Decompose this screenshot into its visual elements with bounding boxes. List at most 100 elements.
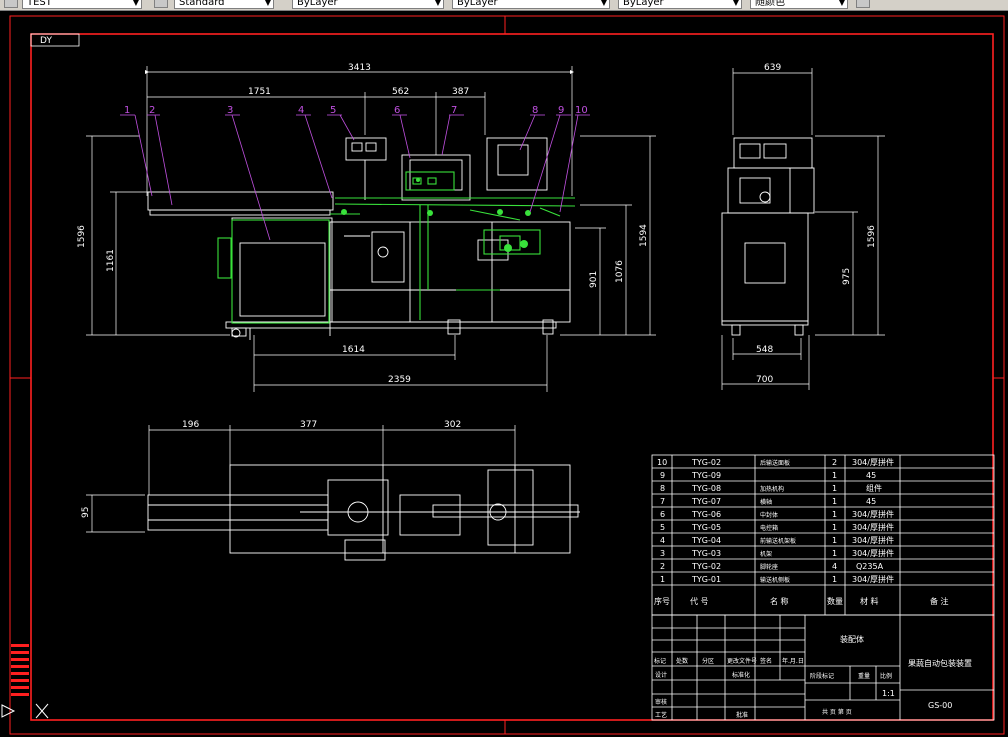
- dim-height-table: 1161: [106, 249, 116, 272]
- svg-text:TYG-01: TYG-01: [691, 575, 721, 584]
- svg-text:前输送机架板: 前输送机架板: [760, 537, 796, 545]
- callout-7: 7: [451, 105, 457, 116]
- svg-text:9: 9: [660, 471, 665, 480]
- svg-text:批准: 批准: [736, 711, 748, 719]
- layer-manager-icon[interactable]: [4, 0, 18, 8]
- svg-text:工艺: 工艺: [655, 711, 667, 719]
- svg-text:脚轮座: 脚轮座: [760, 563, 778, 571]
- svg-text:代 号: 代 号: [690, 596, 709, 606]
- svg-text:1: 1: [660, 575, 665, 584]
- svg-text:10: 10: [657, 458, 667, 467]
- left-scale-bars: [11, 644, 29, 696]
- svg-text:1: 1: [832, 497, 837, 506]
- drawing-number: GS-00: [928, 701, 952, 710]
- svg-text:中封体: 中封体: [760, 511, 778, 519]
- chevron-down-icon: ▼: [132, 0, 139, 7]
- callout-8: 8: [532, 105, 538, 116]
- dim-top-side: 95: [81, 507, 91, 518]
- side-view[interactable]: 639 1596 975 548 700: [721, 63, 885, 390]
- dim-right-span: 387: [452, 87, 469, 97]
- drawing-title: 果蔬自动包装装置: [908, 658, 972, 668]
- title-block[interactable]: 标记 处数 分区 更改文件号 签名 年.月.日 设计 标准化 审核 工艺 批准 …: [651, 614, 995, 721]
- callout-1: 1: [124, 105, 130, 116]
- svg-text:TYG-08: TYG-08: [691, 484, 721, 493]
- svg-text:加热机构: 加热机构: [760, 485, 784, 493]
- svg-text:处数: 处数: [676, 657, 688, 665]
- svg-text:组件: 组件: [866, 483, 882, 493]
- corner-label-box: DY: [30, 33, 80, 47]
- dim-height-a: 1076: [615, 260, 625, 283]
- textstyle-combo[interactable]: Standard ▼: [174, 0, 274, 9]
- dim-base-1: 1614: [342, 345, 365, 355]
- properties-icon[interactable]: [856, 0, 870, 8]
- dim-overall-width: 3413: [348, 63, 371, 73]
- svg-text:比例: 比例: [880, 672, 892, 680]
- svg-text:TYG-02: TYG-02: [691, 458, 721, 467]
- dim-side-base: 700: [756, 375, 773, 385]
- dim-top-c: 302: [444, 420, 461, 430]
- svg-text:后输送面板: 后输送面板: [760, 459, 790, 467]
- layer-combo[interactable]: TEST ▼: [22, 0, 142, 9]
- svg-text:304/厚拼件: 304/厚拼件: [852, 522, 894, 532]
- chevron-down-icon: ▼: [434, 0, 441, 7]
- svg-text:4: 4: [660, 536, 665, 545]
- svg-text:45: 45: [866, 471, 876, 480]
- svg-text:序号: 序号: [654, 596, 670, 606]
- svg-text:6: 6: [660, 510, 665, 519]
- dim-base-2: 2359: [388, 375, 411, 385]
- svg-text:304/厚拼件: 304/厚拼件: [852, 509, 894, 519]
- svg-text:45: 45: [866, 497, 876, 506]
- svg-text:1: 1: [832, 536, 837, 545]
- chevron-down-icon: ▼: [264, 0, 271, 7]
- svg-text:2: 2: [832, 458, 837, 467]
- callout-4: 4: [298, 105, 304, 116]
- dim-side-top: 639: [764, 63, 781, 73]
- svg-text:Q235A: Q235A: [856, 562, 884, 571]
- svg-text:TYG-09: TYG-09: [691, 471, 721, 480]
- dim-side-foot: 548: [756, 345, 773, 355]
- svg-text:横轴: 横轴: [760, 498, 772, 506]
- svg-text:1: 1: [832, 575, 837, 584]
- dim-top-a: 196: [182, 420, 199, 430]
- svg-text:TYG-03: TYG-03: [691, 549, 721, 558]
- plotstyle-combo[interactable]: 随颜色 ▼: [750, 0, 848, 9]
- parts-table-rows: 10 TYG-02 后输送面板 2 304/厚拼件 9 TYG-09 1 45 8 TYG-08…: [657, 457, 894, 584]
- color-combo[interactable]: ByLayer ▼: [292, 0, 444, 9]
- svg-text:TYG-07: TYG-07: [691, 497, 721, 506]
- svg-text:TYG-02: TYG-02: [691, 562, 721, 571]
- dim-height-left: 1596: [77, 225, 87, 248]
- lineweight-combo[interactable]: ByLayer ▼: [618, 0, 742, 9]
- svg-text:设计: 设计: [655, 671, 667, 679]
- svg-text:TYG-05: TYG-05: [691, 523, 721, 532]
- parts-table[interactable]: 10 TYG-02 后输送面板 2 304/厚拼件 9 TYG-09 1 45 8 TYG-08…: [651, 454, 995, 616]
- front-view[interactable]: 3413 1751 562 387 1596 1161 1594 1076 90…: [77, 63, 656, 392]
- svg-text:3: 3: [660, 549, 665, 558]
- callout-9: 9: [558, 105, 564, 116]
- svg-text:1: 1: [832, 549, 837, 558]
- assembly-label: 装配体: [840, 634, 864, 644]
- svg-text:标记: 标记: [654, 657, 666, 665]
- dim-left-span: 1751: [248, 87, 271, 97]
- dim-top-b: 377: [300, 420, 317, 430]
- svg-text:共 页 第 页: 共 页 第 页: [822, 708, 852, 716]
- svg-text:1: 1: [832, 510, 837, 519]
- svg-text:8: 8: [660, 484, 665, 493]
- top-view[interactable]: 196 377 302 95: [81, 420, 580, 561]
- chevron-down-icon: ▼: [838, 0, 845, 7]
- svg-text:1: 1: [832, 523, 837, 532]
- svg-text:机架: 机架: [760, 550, 772, 558]
- svg-text:1: 1: [832, 471, 837, 480]
- linetype-combo[interactable]: ByLayer ▼: [452, 0, 610, 9]
- svg-text:重量: 重量: [858, 672, 870, 680]
- svg-text:数量: 数量: [827, 596, 843, 606]
- textstyle-icon[interactable]: [154, 0, 168, 8]
- svg-text:材 料: 材 料: [860, 596, 879, 606]
- dim-mid-span: 562: [392, 87, 409, 97]
- svg-text:输送机侧板: 输送机侧板: [760, 576, 790, 584]
- svg-text:4: 4: [832, 562, 837, 571]
- drawing-canvas[interactable]: DY 3413 1751 562 387 1596 1161 1594 1076…: [0, 10, 1008, 737]
- callout-10: 10: [575, 105, 588, 116]
- drawing-frame: [9, 15, 1005, 735]
- svg-text:签名: 签名: [760, 657, 772, 665]
- svg-text:5: 5: [660, 523, 665, 532]
